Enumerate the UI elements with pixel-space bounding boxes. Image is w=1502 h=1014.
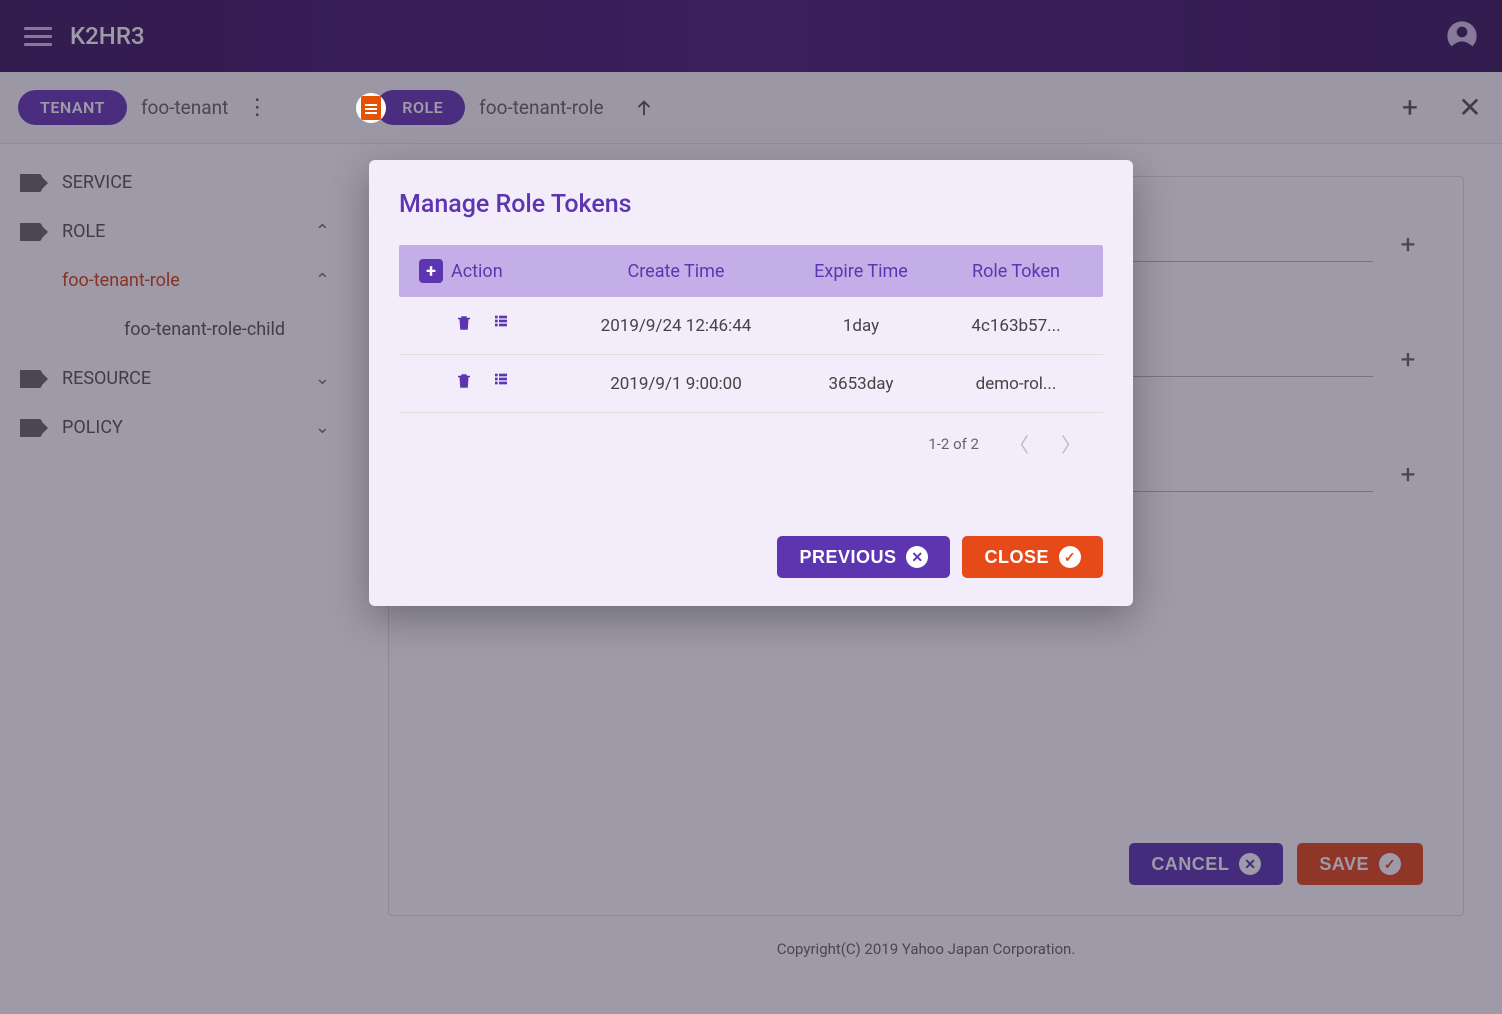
close-button[interactable]: CLOSE ✓	[962, 536, 1103, 578]
cell-create-time: 2019/9/24 12:46:44	[571, 316, 781, 336]
tokens-table: + Action Create Time Expire Time Role To…	[399, 245, 1103, 466]
pagination: 1-2 of 2 〈 〉	[399, 413, 1103, 466]
role-document-icon	[356, 93, 386, 123]
add-token-button[interactable]: +	[419, 259, 443, 283]
col-create-time: Create Time	[571, 261, 781, 282]
pager-range: 1-2 of 2	[928, 435, 979, 453]
detail-token-icon[interactable]	[491, 371, 511, 396]
manage-role-tokens-dialog: Manage Role Tokens + Action Create Time …	[369, 160, 1133, 606]
table-row: 2019/9/24 12:46:44 1day 4c163b57...	[399, 297, 1103, 355]
col-expire-time: Expire Time	[781, 261, 941, 282]
table-row: 2019/9/1 9:00:00 3653day demo-rol...	[399, 355, 1103, 413]
previous-button[interactable]: PREVIOUS ✕	[777, 536, 950, 578]
close-label: CLOSE	[984, 547, 1049, 568]
modal-overlay: Manage Role Tokens + Action Create Time …	[0, 0, 1502, 1014]
prev-page-icon[interactable]: 〈	[1007, 429, 1031, 458]
cell-expire-time: 3653day	[781, 374, 941, 394]
detail-token-icon[interactable]	[491, 313, 511, 338]
previous-label: PREVIOUS	[799, 547, 896, 568]
next-page-icon[interactable]: 〉	[1059, 429, 1083, 458]
check-circle-icon: ✓	[1059, 546, 1081, 568]
cell-create-time: 2019/9/1 9:00:00	[571, 374, 781, 394]
dialog-title: Manage Role Tokens	[399, 190, 1103, 219]
delete-token-icon[interactable]	[455, 371, 473, 396]
cancel-circle-icon: ✕	[906, 546, 928, 568]
col-role-token: Role Token	[941, 261, 1091, 282]
table-header: + Action Create Time Expire Time Role To…	[399, 245, 1103, 297]
col-action: Action	[451, 261, 571, 282]
cell-role-token: demo-rol...	[941, 374, 1091, 394]
delete-token-icon[interactable]	[455, 313, 473, 338]
cell-role-token: 4c163b57...	[941, 316, 1091, 336]
cell-expire-time: 1day	[781, 316, 941, 336]
